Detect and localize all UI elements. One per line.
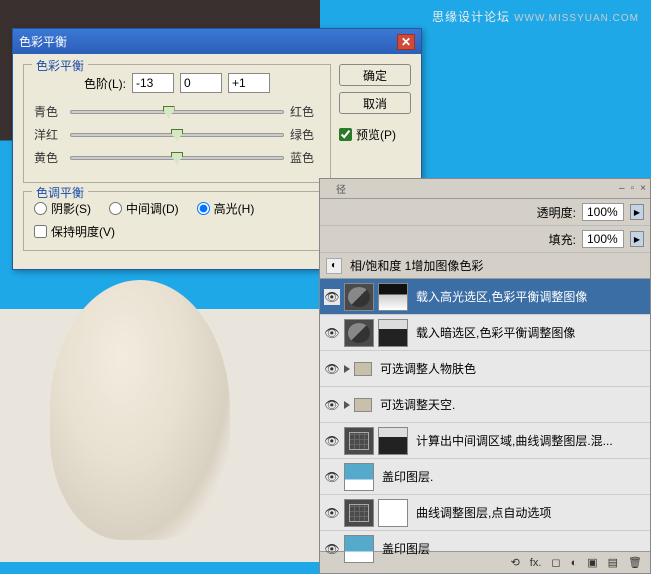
slider-right-label: 红色 — [290, 103, 320, 120]
layer-item[interactable]: 👁 可选调整人物肤色 — [320, 351, 650, 387]
visibility-toggle-icon[interactable]: 👁 — [324, 433, 340, 449]
layer-item[interactable]: 👁 曲线调整图层,点自动选项 — [320, 495, 650, 531]
blend-mode-select[interactable] — [326, 205, 531, 219]
fill-stepper[interactable]: ▶ — [630, 231, 644, 247]
layer-label[interactable]: 盖印图层 — [378, 540, 646, 557]
close-icon[interactable]: × — [640, 183, 646, 194]
mask-thumb — [378, 319, 408, 347]
disclosure-triangle-icon[interactable] — [344, 401, 350, 409]
group-legend: 色调平衡 — [32, 184, 88, 201]
slider-left-label: 青色 — [34, 103, 64, 120]
visibility-toggle-icon[interactable]: 👁 — [324, 325, 340, 341]
visibility-toggle-icon[interactable]: 👁 — [324, 397, 340, 413]
link-layers-icon[interactable]: ⟲ — [511, 556, 520, 569]
adjustment-layer-icon[interactable]: ◐ — [571, 557, 578, 569]
ok-button[interactable]: 确定 — [339, 64, 411, 86]
level-input-yellow-blue[interactable] — [228, 73, 270, 93]
layers-panel: 径 – ▫ × 透明度: 100% ▶ 填充: 100% ▶ ◐ 相/饱和度 1… — [319, 178, 651, 574]
layer-thumb — [344, 463, 374, 491]
adjustment-icon: ◐ — [326, 258, 342, 274]
layer-item[interactable]: 👁 盖印图层. — [320, 459, 650, 495]
disclosure-triangle-icon[interactable] — [344, 365, 350, 373]
color-slider[interactable] — [70, 133, 284, 137]
mask-thumb — [378, 283, 408, 311]
layer-item[interactable]: 👁 可选调整天空. — [320, 387, 650, 423]
curves-thumb — [344, 499, 374, 527]
folder-icon[interactable]: ▣ — [587, 556, 597, 569]
trash-icon[interactable]: 🗑 — [628, 556, 642, 569]
minimize-icon[interactable]: – — [619, 183, 625, 194]
folder-icon — [354, 362, 372, 376]
layer-list: 👁 载入高光选区,色彩平衡调整图像 👁 载入暗选区,色彩平衡调整图像 👁 可选调整人物肤色… — [320, 279, 650, 551]
adjustment-thumb — [344, 319, 374, 347]
layer-item[interactable]: 👁 载入高光选区,色彩平衡调整图像 — [320, 279, 650, 315]
layer-item[interactable]: 👁 计算出中间调区域,曲线调整图层.混... — [320, 423, 650, 459]
visibility-toggle-icon[interactable]: 👁 — [324, 505, 340, 521]
fx-icon[interactable]: fx. — [530, 557, 542, 569]
folder-icon — [354, 398, 372, 412]
layer-label[interactable]: 计算出中间调区域,曲线调整图层.混... — [412, 432, 646, 449]
level-input-magenta-green[interactable] — [180, 73, 222, 93]
layer-label[interactable]: 盖印图层. — [378, 468, 646, 485]
visibility-toggle-icon[interactable]: 👁 — [324, 361, 340, 377]
layer-label[interactable]: 可选调整天空. — [376, 396, 646, 413]
levels-label: 色阶(L): — [84, 75, 126, 92]
layer-thumb — [344, 535, 374, 563]
panel-header[interactable]: 径 – ▫ × — [320, 179, 650, 199]
layer-label[interactable]: 曲线调整图层,点自动选项 — [412, 504, 646, 521]
slider-right-label: 蓝色 — [290, 149, 320, 166]
dialog-titlebar[interactable]: 色彩平衡 ✕ — [13, 29, 421, 54]
color-slider[interactable] — [70, 110, 284, 114]
visibility-toggle-icon[interactable]: 👁 — [324, 469, 340, 485]
collapse-icon[interactable]: ▫ — [631, 183, 635, 194]
slider-left-label: 洋红 — [34, 126, 64, 143]
mask-thumb — [378, 427, 408, 455]
watermark: 思缘设计论坛 WWW.MISSYUAN.COM — [432, 8, 639, 25]
preview-checkbox[interactable] — [339, 128, 352, 141]
fill-value[interactable]: 100% — [582, 230, 624, 248]
fill-label: 填充: — [549, 231, 576, 248]
dialog-title-text: 色彩平衡 — [19, 33, 67, 50]
tone-balance-group: 色调平衡 阴影(S) 中间调(D) 高光(H) 保持明度(V) — [23, 191, 331, 251]
tab-paths[interactable]: 径 — [330, 181, 613, 196]
cancel-button[interactable]: 取消 — [339, 92, 411, 114]
tone-midtones-radio[interactable]: 中间调(D) — [109, 200, 179, 217]
color-slider[interactable] — [70, 156, 284, 160]
close-icon[interactable]: ✕ — [397, 34, 415, 50]
opacity-value[interactable]: 100% — [582, 203, 624, 221]
opacity-stepper[interactable]: ▶ — [630, 204, 644, 220]
group-legend: 色彩平衡 — [32, 57, 88, 74]
visibility-toggle-icon[interactable]: 👁 — [324, 541, 340, 557]
layer-item[interactable]: 👁 载入暗选区,色彩平衡调整图像 — [320, 315, 650, 351]
mask-icon[interactable]: ◻ — [551, 556, 560, 569]
opacity-label: 透明度: — [537, 204, 576, 221]
preserve-luminosity-checkbox[interactable]: 保持明度(V) — [34, 223, 320, 240]
visibility-toggle-icon[interactable]: 👁 — [324, 289, 340, 305]
curves-thumb — [344, 427, 374, 455]
new-layer-icon[interactable]: ▤ — [608, 556, 618, 569]
level-input-cyan-red[interactable] — [132, 73, 174, 93]
tone-highlights-radio[interactable]: 高光(H) — [197, 200, 255, 217]
slider-right-label: 绿色 — [290, 126, 320, 143]
layer-label[interactable]: 载入暗选区,色彩平衡调整图像 — [412, 324, 646, 341]
adjustment-thumb — [344, 283, 374, 311]
lock-controls[interactable] — [326, 232, 543, 246]
slider-left-label: 黄色 — [34, 149, 64, 166]
layer-label[interactable]: 可选调整人物肤色 — [376, 360, 646, 377]
hue-sat-layer-label[interactable]: 相/饱和度 1增加图像色彩 — [346, 257, 644, 274]
preview-label: 预览(P) — [356, 126, 396, 143]
color-balance-group: 色彩平衡 色阶(L): 青色 红色洋红 绿色黄色 蓝色 — [23, 64, 331, 183]
mask-thumb — [378, 499, 408, 527]
tone-shadows-radio[interactable]: 阴影(S) — [34, 200, 91, 217]
layer-label[interactable]: 载入高光选区,色彩平衡调整图像 — [412, 288, 646, 305]
